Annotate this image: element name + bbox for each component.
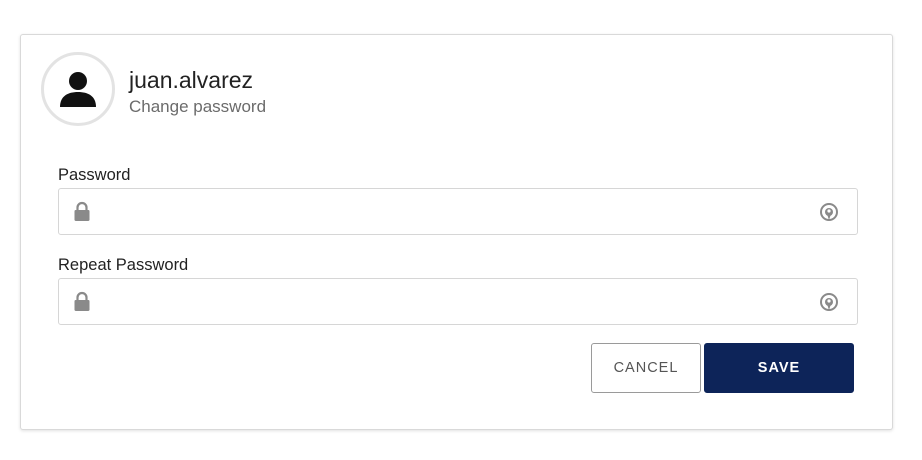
password-field-container [58, 188, 858, 235]
repeat-password-field-container [58, 278, 858, 325]
lock-icon [74, 291, 90, 311]
repeat-password-input[interactable] [103, 279, 803, 324]
page-subtitle: Change password [129, 97, 267, 116]
eye-toggle-icon[interactable] [818, 291, 840, 313]
user-silhouette-icon [60, 72, 96, 107]
save-button[interactable]: SAVE [704, 343, 854, 393]
eye-toggle-icon[interactable] [818, 201, 840, 223]
username-title: juan.alvarez [129, 67, 254, 93]
repeat-password-label: Repeat Password [58, 256, 189, 274]
avatar [41, 52, 115, 126]
lock-icon [74, 201, 90, 221]
change-password-card: juan.alvarez Change password Password Re… [20, 34, 893, 430]
cancel-button[interactable]: CANCEL [591, 343, 701, 393]
password-label: Password [58, 166, 131, 184]
password-input[interactable] [103, 189, 803, 234]
